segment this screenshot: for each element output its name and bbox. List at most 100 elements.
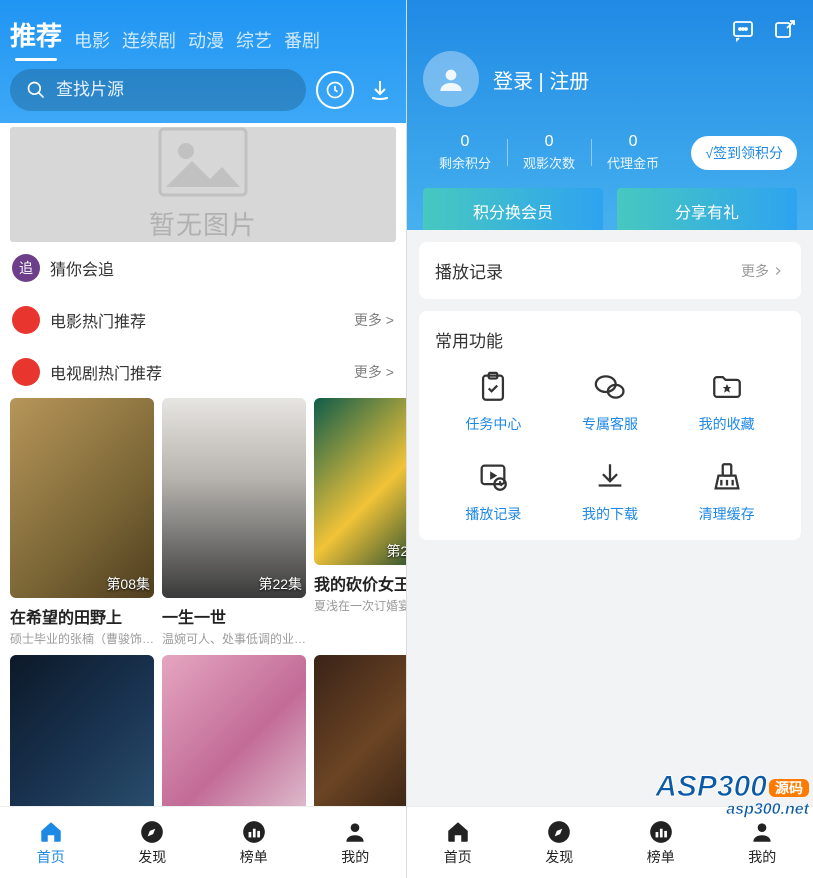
nav-home[interactable]: 首页	[407, 807, 509, 878]
home-icon	[445, 819, 471, 845]
section-title: 电影热门推荐	[50, 308, 354, 332]
card-more[interactable]: 更多	[741, 261, 785, 281]
search-input[interactable]	[56, 80, 290, 100]
chart-icon	[648, 819, 674, 845]
card-title: 播放记录	[435, 258, 503, 283]
clock-icon	[325, 80, 345, 100]
poster-thumb: 第24集	[314, 398, 406, 565]
more-link[interactable]: 更多 >	[354, 310, 394, 330]
poster-grid: 第08集 在希望的田野上 硕士毕业的张楠（曹骏饰… 第22集 一生一世 温婉可人…	[10, 398, 396, 806]
person-icon	[342, 819, 368, 845]
poster-item[interactable]: 第08集 在希望的田野上 硕士毕业的张楠（曹骏饰…	[10, 398, 154, 647]
download-tray-icon	[593, 460, 627, 494]
func-favorites[interactable]: 我的收藏	[668, 370, 785, 434]
func-label: 播放记录	[465, 504, 521, 524]
tab-series[interactable]: 连续剧	[122, 21, 176, 59]
func-play-history[interactable]: 播放记录	[435, 460, 552, 524]
profile-header: 登录 | 注册 0剩余积分 0观影次数 0代理金币 √签到领积分 积分换会员 分…	[407, 0, 813, 230]
nav-label: 首页	[444, 847, 472, 867]
poster-item[interactable]	[314, 655, 406, 806]
screen-profile: 登录 | 注册 0 剩余积分 0 观影次数 0 代理金币 √签到领积分 积分换会员 分…	[407, 0, 813, 878]
poster-item[interactable]	[162, 655, 306, 806]
banner-placeholder[interactable]: 暂无图片	[10, 127, 396, 242]
download-icon	[368, 78, 392, 102]
message-icon	[731, 18, 755, 42]
func-clear-cache[interactable]: 清理缓存	[668, 460, 785, 524]
poster-item[interactable]: 第22集 一生一世 温婉可人、处事低调的业…	[162, 398, 306, 647]
poster-thumb	[10, 655, 154, 806]
nav-discover[interactable]: 发现	[509, 807, 611, 878]
stat-label: 代理金币	[607, 153, 659, 172]
red-dot-icon	[12, 358, 40, 386]
play-record-icon	[476, 460, 510, 494]
stat-views[interactable]: 0 观影次数	[507, 133, 591, 172]
poster-thumb: 第22集	[162, 398, 306, 598]
user-row[interactable]: 登录 | 注册	[423, 51, 797, 107]
poster-title: 一生一世	[162, 604, 306, 628]
red-dot-icon	[12, 306, 40, 334]
share-button[interactable]	[773, 18, 797, 47]
episode-tag: 第08集	[106, 574, 150, 594]
signin-button[interactable]: √签到领积分	[691, 136, 797, 170]
stat-label: 剩余积分	[439, 153, 491, 172]
poster-thumb	[162, 655, 306, 806]
messages-button[interactable]	[731, 18, 755, 47]
avatar	[423, 51, 479, 107]
download-button[interactable]	[364, 74, 396, 106]
tab-variety[interactable]: 综艺	[236, 21, 272, 59]
chart-icon	[241, 819, 267, 845]
history-button[interactable]	[316, 71, 354, 109]
poster-desc: 硕士毕业的张楠（曹骏饰…	[10, 630, 154, 647]
poster-desc: 夏浅在一次订婚宴上…	[314, 597, 406, 614]
home-icon	[38, 819, 64, 845]
func-downloads[interactable]: 我的下载	[552, 460, 669, 524]
nav-me[interactable]: 我的	[712, 807, 813, 878]
avatar-icon	[435, 63, 467, 95]
poster-item[interactable]	[10, 655, 154, 806]
stat-label: 观影次数	[523, 153, 575, 172]
person-icon	[749, 819, 775, 845]
nav-label: 榜单	[647, 847, 675, 867]
more-link[interactable]: 更多 >	[354, 362, 394, 382]
tab-movie[interactable]: 电影	[74, 21, 110, 59]
nav-rank[interactable]: 榜单	[203, 807, 305, 878]
functions-card: 常用功能 任务中心 专属客服 我的收藏 播放记录	[419, 311, 801, 540]
search-box[interactable]	[10, 69, 306, 111]
tab-bangumi[interactable]: 番剧	[284, 21, 320, 59]
stat-coins[interactable]: 0 代理金币	[591, 133, 675, 172]
clipboard-check-icon	[476, 370, 510, 404]
tab-anime[interactable]: 动漫	[188, 21, 224, 59]
stat-value: 0	[523, 133, 575, 151]
func-label: 我的下载	[582, 504, 638, 524]
card-title: 常用功能	[435, 327, 785, 352]
stat-value: 0	[607, 133, 659, 151]
stat-points[interactable]: 0 剩余积分	[423, 133, 507, 172]
nav-me[interactable]: 我的	[305, 807, 407, 878]
login-label: 登录	[493, 71, 533, 93]
nav-label: 发现	[138, 847, 166, 867]
nav-label: 榜单	[240, 847, 268, 867]
wechat-icon	[593, 370, 627, 404]
episode-tag: 第24集	[386, 541, 406, 561]
nav-home[interactable]: 首页	[0, 807, 102, 878]
category-tabs: 推荐 电影 连续剧 动漫 综艺 番剧	[10, 0, 396, 59]
login-register[interactable]: 登录 | 注册	[493, 65, 589, 94]
poster-title: 在希望的田野上	[10, 604, 154, 628]
home-header: 推荐 电影 连续剧 动漫 综艺 番剧	[0, 0, 406, 123]
share-icon	[773, 18, 797, 42]
poster-thumb	[314, 655, 406, 806]
tab-recommend[interactable]: 推荐	[10, 10, 62, 59]
nav-discover[interactable]: 发现	[102, 807, 204, 878]
episode-tag: 第22集	[258, 574, 302, 594]
nav-rank[interactable]: 榜单	[610, 807, 712, 878]
bottom-nav: 首页 发现 榜单 我的	[407, 806, 813, 878]
section-guess: 追 猜你会追	[10, 242, 396, 294]
stat-value: 0	[439, 133, 491, 151]
func-customer-service[interactable]: 专属客服	[552, 370, 669, 434]
func-task-center[interactable]: 任务中心	[435, 370, 552, 434]
share-gift-button[interactable]: 分享有礼	[617, 188, 797, 234]
exchange-vip-button[interactable]: 积分换会员	[423, 188, 603, 234]
poster-item[interactable]: 第24集 我的砍价女王 夏浅在一次订婚宴上…	[314, 398, 406, 647]
profile-body: 播放记录 更多 常用功能 任务中心 专属客服 我的收藏	[407, 230, 813, 806]
folder-star-icon	[710, 370, 744, 404]
